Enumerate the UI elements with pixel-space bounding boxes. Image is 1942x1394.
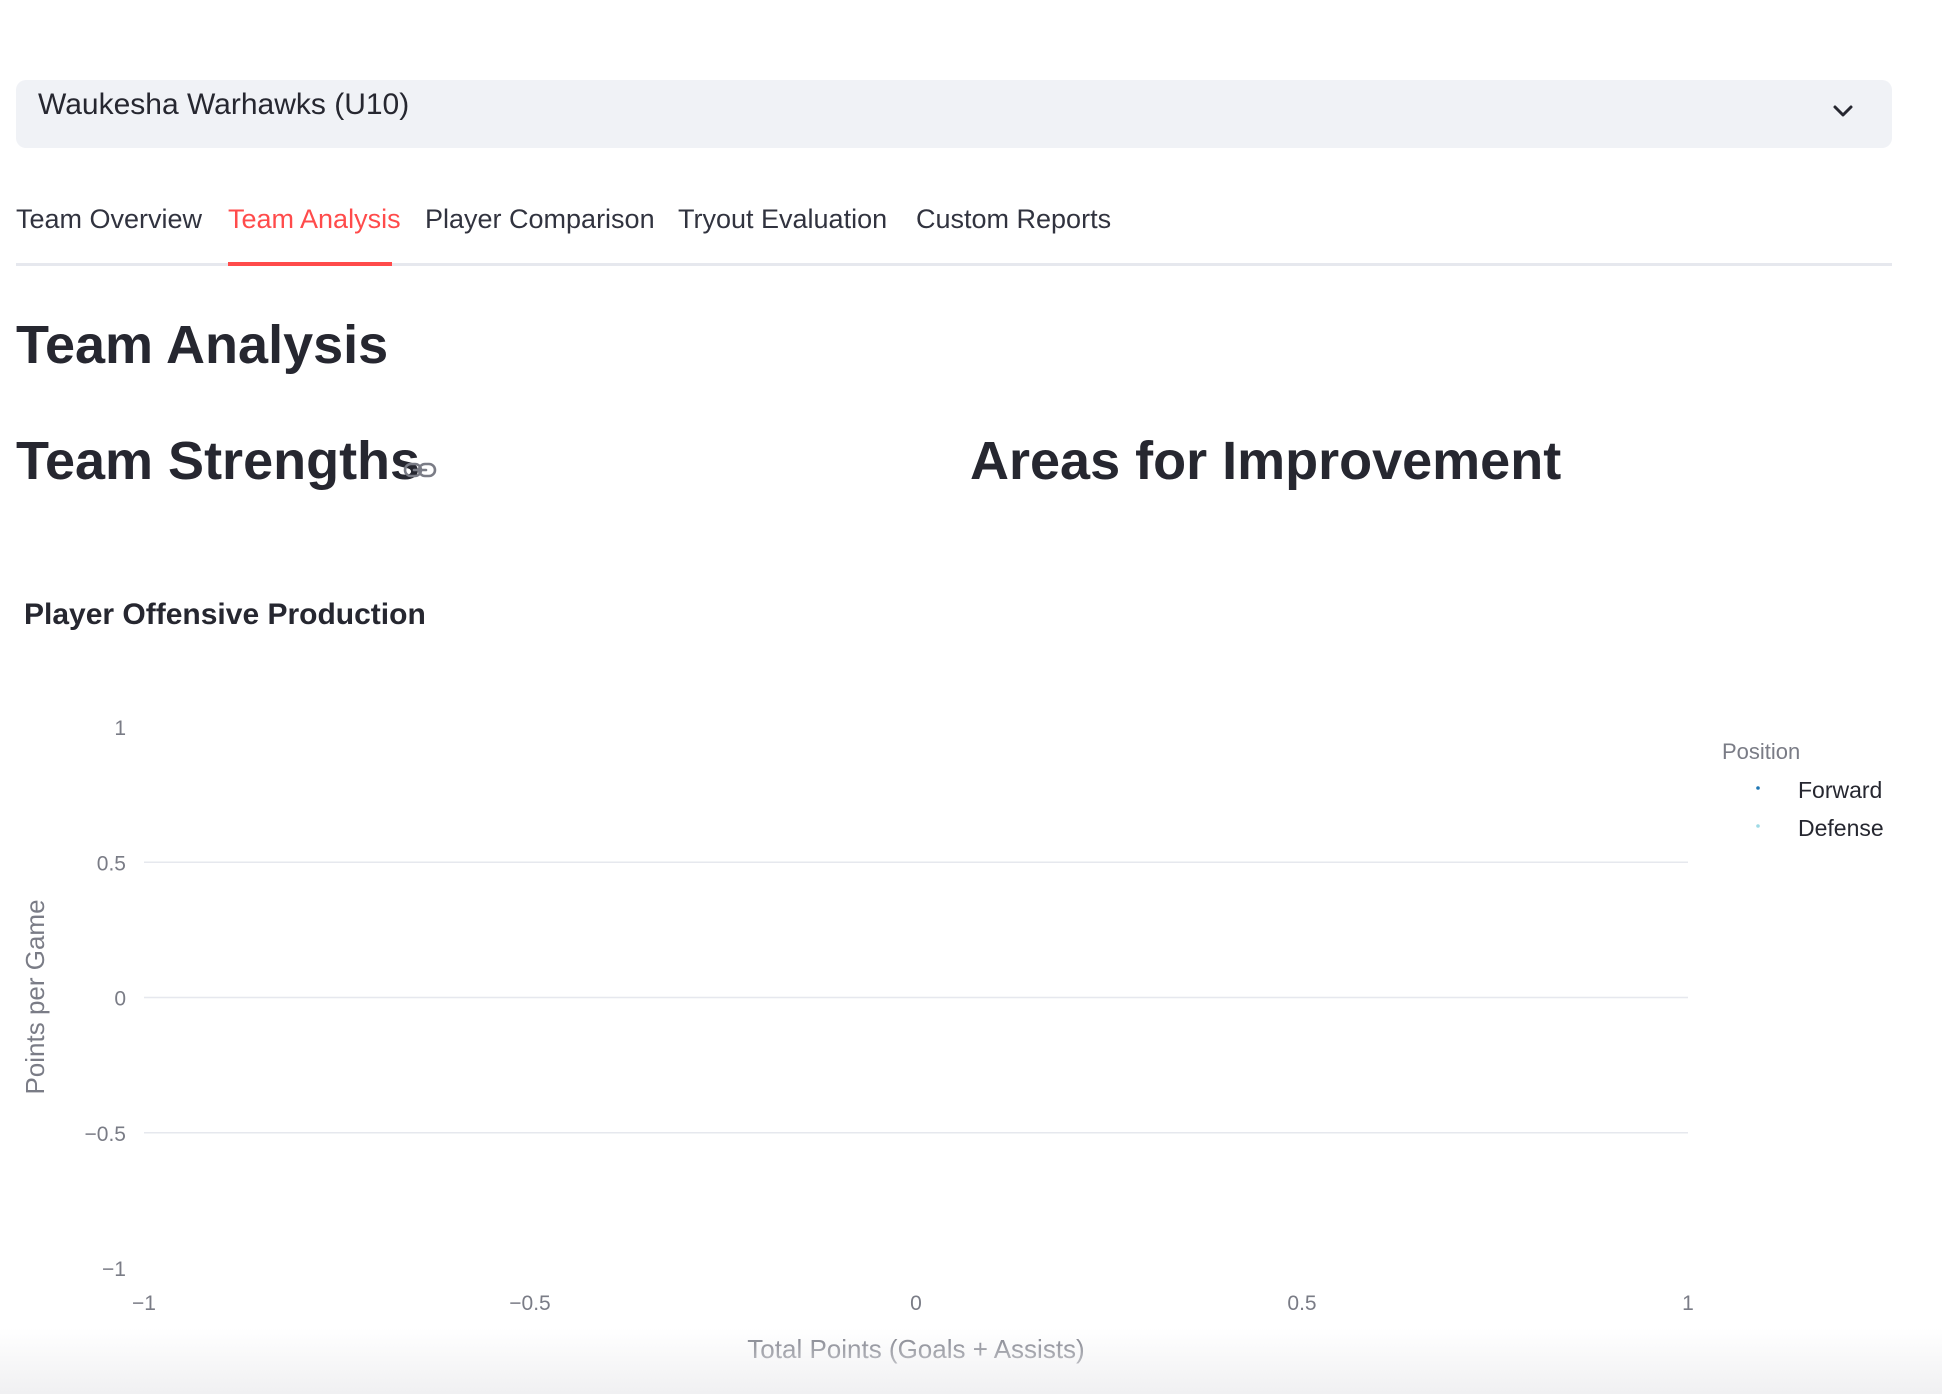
chevron-down-icon[interactable] (1832, 100, 1854, 122)
chart-title: Player Offensive Production (24, 598, 426, 631)
bottom-fade (0, 1328, 1942, 1394)
y-axis-label: Points per Game (20, 899, 50, 1094)
tab-bar: Team Overview Team Analysis Player Compa… (16, 196, 1892, 266)
legend-marker-defense[interactable] (1756, 824, 1760, 828)
link-icon[interactable] (402, 452, 438, 488)
tab-team-analysis[interactable]: Team Analysis (228, 206, 401, 233)
areas-for-improvement-heading: Areas for Improvement (970, 431, 1562, 491)
tab-player-comparison[interactable]: Player Comparison (425, 206, 655, 233)
y-tick-label: 0.5 (97, 852, 126, 875)
legend-entry-forward[interactable]: Forward (1798, 777, 1882, 803)
x-tick-label: −0.5 (509, 1292, 550, 1315)
legend-marker-forward[interactable] (1756, 786, 1760, 790)
x-tick-label: 0 (910, 1292, 922, 1315)
chart-legend: Position Forward Defense (1722, 739, 1884, 841)
x-tick-label: 1 (1682, 1292, 1694, 1315)
active-tab-indicator (228, 262, 392, 266)
legend-title: Position (1722, 739, 1800, 764)
tab-team-overview[interactable]: Team Overview (16, 206, 202, 233)
x-tick-label: −1 (132, 1292, 156, 1315)
app-page: Waukesha Warhawks (U10) Team Overview Te… (0, 0, 1942, 1394)
tab-custom-reports[interactable]: Custom Reports (916, 206, 1111, 233)
y-tick-label: −1 (102, 1258, 126, 1281)
y-tick-label: 0 (114, 988, 126, 1011)
y-tick-label: 1 (114, 717, 126, 740)
team-select-value: Waukesha Warhawks (U10) (38, 88, 410, 121)
legend-entry-defense[interactable]: Defense (1798, 815, 1884, 841)
tab-tryout-evaluation[interactable]: Tryout Evaluation (678, 206, 887, 233)
x-tick-label: 0.5 (1287, 1292, 1316, 1315)
team-select[interactable]: Waukesha Warhawks (U10) (16, 80, 1892, 148)
team-strengths-heading: Team Strengths (16, 431, 421, 491)
y-tick-label: −0.5 (85, 1123, 126, 1146)
page-title: Team Analysis (16, 315, 389, 375)
